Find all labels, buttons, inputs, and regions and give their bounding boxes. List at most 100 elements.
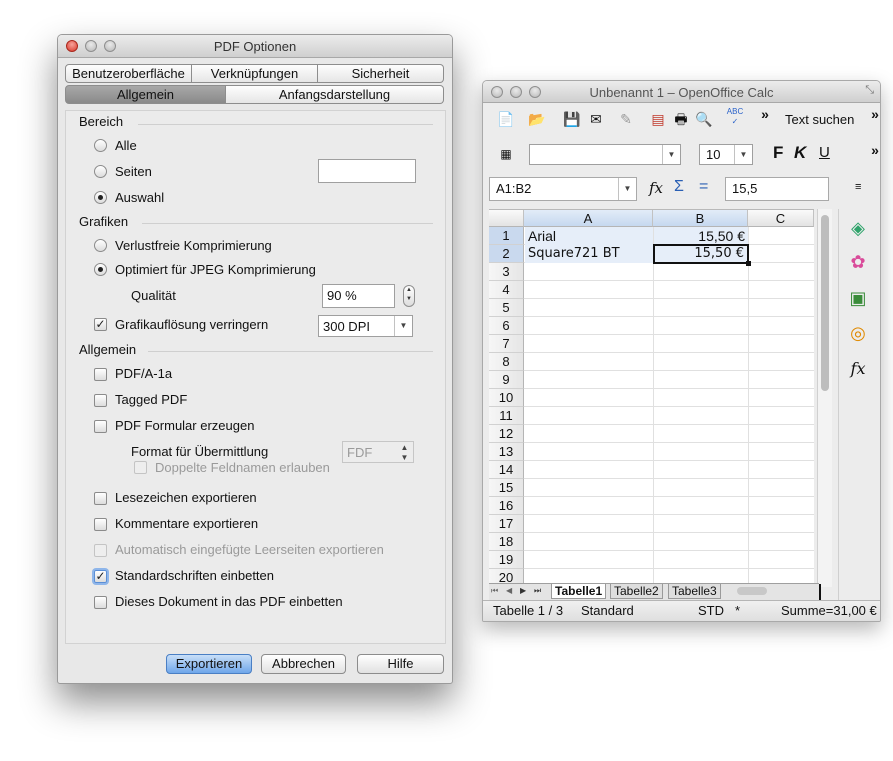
checkbox-grafikaufloesung[interactable]: ✓ xyxy=(94,318,107,331)
scrollbar-thumb[interactable] xyxy=(821,215,829,391)
column-header-b[interactable]: B xyxy=(653,210,748,227)
row-header[interactable]: 18 xyxy=(489,533,524,551)
formula-input[interactable]: 15,5 xyxy=(725,177,829,201)
tab-split-handle[interactable] xyxy=(819,584,821,600)
row-header[interactable]: 3 xyxy=(489,263,524,281)
function-wizard-icon[interactable]: fx xyxy=(649,179,663,197)
tab-benutzeroberflaeche[interactable]: Benutzeroberfläche xyxy=(65,64,192,83)
row-header[interactable]: 4 xyxy=(489,281,524,299)
format-overflow-icon[interactable]: » xyxy=(866,141,880,159)
column-header-c[interactable]: C xyxy=(748,210,814,227)
fill-handle[interactable] xyxy=(746,261,751,266)
row-header[interactable]: 1 xyxy=(489,227,524,245)
spellcheck-icon[interactable]: ABC ✓ xyxy=(726,107,744,126)
styles-icon[interactable]: ▦ xyxy=(497,145,515,163)
new-document-icon[interactable]: 📄 xyxy=(497,110,515,128)
row-header[interactable]: 19 xyxy=(489,551,524,569)
edit-file-icon[interactable]: ✎ xyxy=(617,110,635,128)
save-icon[interactable]: 💾 xyxy=(563,110,581,128)
row-header[interactable]: 7 xyxy=(489,335,524,353)
cancel-button[interactable]: Abbrechen xyxy=(261,654,346,674)
quality-stepper[interactable]: ▲ ▼ xyxy=(403,285,415,307)
fullscreen-icon[interactable]: ⤡ xyxy=(865,84,874,97)
checkbox-kommentare[interactable] xyxy=(94,518,107,531)
checkbox-dokument-einbetten[interactable] xyxy=(94,596,107,609)
underline-button[interactable]: U xyxy=(819,144,830,161)
cell-b2-active[interactable]: 15,50 € xyxy=(653,244,749,264)
format-select[interactable]: FDF ▲ ▼ xyxy=(342,441,414,463)
sheet-tab-2[interactable]: Tabelle2 xyxy=(610,584,663,599)
cell-b1[interactable]: 15,50 € xyxy=(654,227,748,245)
quality-input[interactable]: 90 % xyxy=(322,284,395,308)
checkbox-pdf-formular[interactable] xyxy=(94,420,107,433)
row-header[interactable]: 14 xyxy=(489,461,524,479)
sheet-tab-1[interactable]: Tabelle1 xyxy=(551,584,607,599)
radio-seiten[interactable] xyxy=(94,165,107,178)
cell-a1[interactable]: Arial xyxy=(525,227,653,245)
status-selection-mode[interactable]: STD xyxy=(698,601,724,621)
italic-button[interactable]: K xyxy=(794,143,806,163)
status-sum[interactable]: Summe=31,00 € xyxy=(781,601,877,621)
sheet-tab-3[interactable]: Tabelle3 xyxy=(668,584,721,599)
checkbox-standardschriften[interactable]: ✓ xyxy=(94,570,107,583)
row-header[interactable]: 16 xyxy=(489,497,524,515)
tab-sicherheit[interactable]: Sicherheit xyxy=(318,64,444,83)
dpi-select[interactable]: 300 DPI ▼ xyxy=(318,315,413,337)
row-header[interactable]: 5 xyxy=(489,299,524,317)
find-overflow-icon[interactable]: » xyxy=(866,105,880,123)
row-header[interactable]: 6 xyxy=(489,317,524,335)
seiten-input[interactable] xyxy=(318,159,416,183)
functions-icon[interactable]: fx xyxy=(847,358,869,380)
export-pdf-icon[interactable]: ▤ xyxy=(649,110,667,128)
styles-formatting-icon[interactable]: ✿ xyxy=(847,251,869,273)
column-header-a[interactable]: A xyxy=(524,210,653,227)
toolbar-overflow-icon[interactable]: » xyxy=(756,105,774,123)
function-equals-icon[interactable]: = xyxy=(699,178,708,196)
tab-allgemein[interactable]: Allgemein xyxy=(65,85,226,104)
help-button[interactable]: Hilfe xyxy=(357,654,444,674)
select-all-corner[interactable] xyxy=(489,210,524,227)
print-preview-icon[interactable]: 🔍 xyxy=(695,110,713,128)
open-folder-icon[interactable]: 📂 xyxy=(528,110,546,128)
row-header[interactable]: 10 xyxy=(489,389,524,407)
checkbox-pdfa[interactable] xyxy=(94,368,107,381)
checkbox-lesezeichen[interactable] xyxy=(94,492,107,505)
radio-auswahl[interactable] xyxy=(94,191,107,204)
export-button[interactable]: Exportieren xyxy=(166,654,252,674)
name-box[interactable]: A1:B2 ▼ xyxy=(489,177,637,201)
find-text-label[interactable]: Text suchen xyxy=(785,112,854,127)
prev-sheet-icon[interactable]: ◀ xyxy=(506,586,512,595)
row-header[interactable]: 2 xyxy=(489,245,524,263)
expand-formula-icon[interactable]: ≡ xyxy=(855,181,861,193)
vertical-scrollbar[interactable] xyxy=(817,209,832,587)
next-sheet-icon[interactable]: ▶ xyxy=(520,586,526,595)
row-header[interactable]: 17 xyxy=(489,515,524,533)
tab-anfangsdarstellung[interactable]: Anfangsdarstellung xyxy=(226,85,444,104)
row-header[interactable]: 13 xyxy=(489,443,524,461)
bold-button[interactable]: F xyxy=(773,143,783,163)
font-name-select[interactable]: ▼ xyxy=(529,144,681,165)
horizontal-scrollbar-thumb[interactable] xyxy=(737,587,767,595)
row-header[interactable]: 12 xyxy=(489,425,524,443)
row-header[interactable]: 9 xyxy=(489,371,524,389)
radio-alle[interactable] xyxy=(94,139,107,152)
gallery-icon[interactable]: ▣ xyxy=(847,287,869,309)
cell-a2[interactable]: Square721 BT xyxy=(525,245,653,263)
print-icon[interactable]: 🖶 xyxy=(672,110,690,128)
tab-verknuepfungen[interactable]: Verknüpfungen xyxy=(192,64,318,83)
properties-icon[interactable]: ◈ xyxy=(847,217,869,239)
first-sheet-icon[interactable]: ⏮ xyxy=(491,586,498,596)
last-sheet-icon[interactable]: ⏭ xyxy=(534,586,541,596)
row-header[interactable]: 11 xyxy=(489,407,524,425)
sum-icon[interactable]: Σ xyxy=(674,178,684,196)
spreadsheet-grid[interactable]: A B C 1 2 3 4 5 6 7 8 9 10 11 12 13 14 15 16 17 18 19 20 Ar… xyxy=(489,209,814,588)
radio-verlustfrei[interactable] xyxy=(94,239,107,252)
font-size-select[interactable]: 10 ▼ xyxy=(699,144,753,165)
checkbox-tagged-pdf[interactable] xyxy=(94,394,107,407)
row-header[interactable]: 15 xyxy=(489,479,524,497)
row-header[interactable]: 8 xyxy=(489,353,524,371)
checkbox-leerseiten[interactable] xyxy=(94,544,107,557)
email-icon[interactable]: ✉ xyxy=(587,110,605,128)
checkbox-doppelte-feldnamen[interactable] xyxy=(134,461,147,474)
navigator-icon[interactable]: ◎ xyxy=(847,322,869,344)
